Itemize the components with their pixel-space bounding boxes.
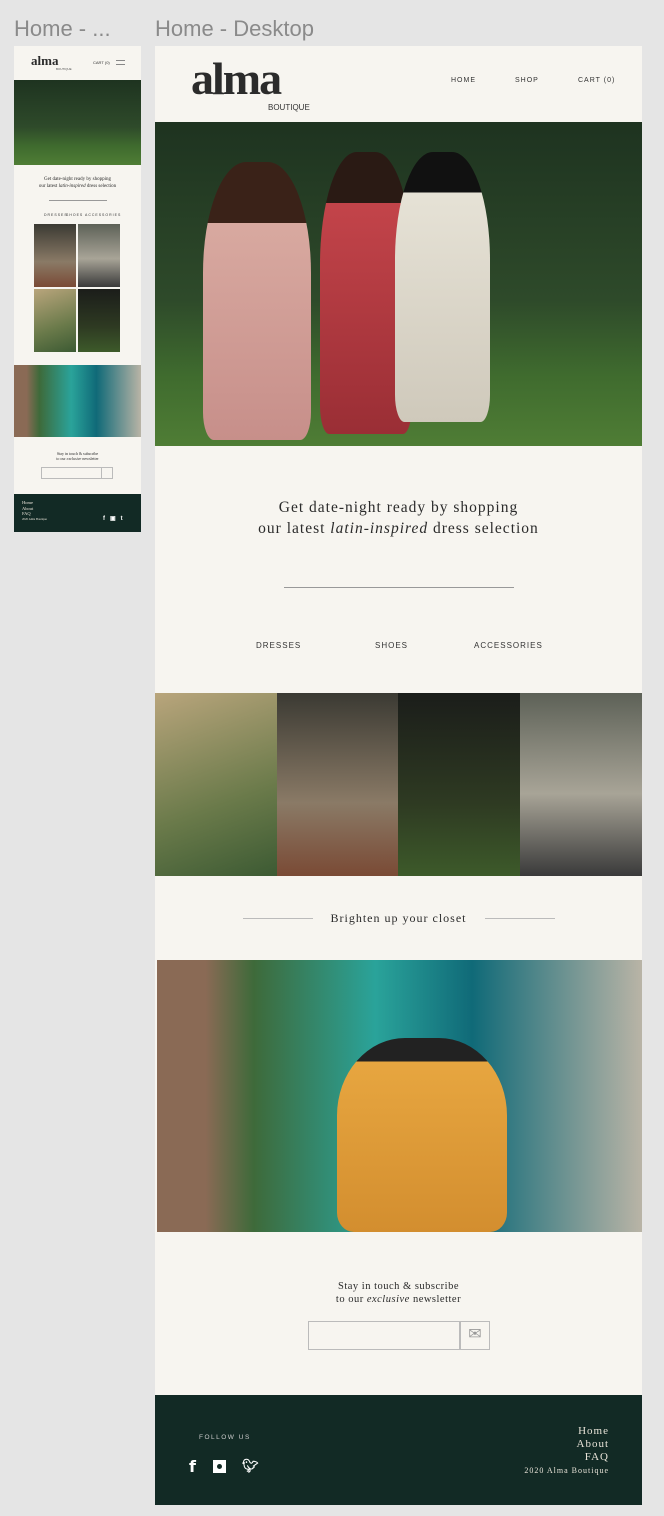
desktop-frame[interactable]: alma BOUTIQUE HOME SHOP CART (0) Get dat…: [155, 46, 642, 1505]
feature-image: [157, 960, 642, 1232]
nav-shop[interactable]: SHOP: [515, 77, 539, 84]
photo: [34, 224, 76, 287]
newsletter-email-input[interactable]: [308, 1321, 460, 1350]
facebook-icon[interactable]: f: [103, 516, 110, 522]
footer-link-home[interactable]: Home: [524, 1425, 609, 1438]
twitter-icon[interactable]: t: [121, 516, 128, 522]
footer: Home About FAQ 2020 Alma Boutique f▣t: [14, 494, 141, 532]
twitter-icon[interactable]: 🐦︎: [242, 1458, 259, 1474]
photo: [78, 224, 120, 287]
hamburger-icon[interactable]: [116, 60, 125, 65]
tagline: Get date-night ready by shopping our lat…: [14, 176, 141, 190]
envelope-icon[interactable]: ✉: [460, 1321, 490, 1350]
category-accessories[interactable]: ACCESSORIES: [474, 641, 543, 650]
copyright: 2020 Alma Boutique: [22, 516, 47, 521]
hero-image: [14, 80, 141, 165]
section-title: Brighten up your closet: [330, 911, 467, 925]
logo[interactable]: alma: [31, 53, 58, 69]
newsletter-text: Stay in touch & subscribe to our exclusi…: [56, 451, 99, 461]
photo: [78, 289, 120, 352]
photo: [34, 289, 76, 352]
tagline-line1: Get date-night ready by shopping: [278, 499, 519, 516]
category-dresses[interactable]: DRESSES: [256, 641, 301, 650]
nav-cart[interactable]: CART (0): [578, 77, 615, 84]
follow-us-label: FOLLOW US: [199, 1434, 251, 1441]
footer-links: Home About FAQ 2020 Alma Boutique: [524, 1425, 609, 1477]
category-shoes[interactable]: SHOES: [66, 213, 83, 217]
mobile-frame-label[interactable]: Home - ...: [14, 16, 111, 42]
tagline-line2: our latest latin-inspired dress selectio…: [258, 520, 539, 537]
photo-duo[interactable]: [398, 693, 520, 876]
logo[interactable]: alma: [191, 52, 282, 105]
copyright: 2020 Alma Boutique: [524, 1466, 609, 1475]
category-dresses[interactable]: DRESSES: [44, 213, 68, 217]
divider: [284, 587, 514, 588]
feature-image: [14, 365, 141, 437]
footer: FOLLOW US f 🐦︎ Home About FAQ 2020 Alma …: [155, 1395, 642, 1505]
newsletter-line1: Stay in touch & subscribe: [338, 1281, 459, 1292]
category-accessories[interactable]: ACCESSORIES: [85, 213, 121, 217]
logo-sub: BOUTIQUE: [56, 67, 72, 71]
facebook-icon[interactable]: f: [189, 1457, 196, 1476]
instagram-icon[interactable]: [213, 1460, 226, 1473]
divider-right: [485, 918, 555, 919]
social-icons[interactable]: f▣t: [103, 515, 128, 522]
footer-link-faq[interactable]: FAQ: [524, 1451, 609, 1464]
tagline-line2: our latest latin-inspired dress selectio…: [38, 184, 117, 189]
photo-walk[interactable]: [277, 693, 398, 876]
newsletter-text: Stay in touch & subscribe to our exclusi…: [155, 1280, 642, 1306]
photo-lounge[interactable]: [520, 693, 642, 876]
newsletter-line2: to our exclusive newsletter: [335, 1294, 462, 1305]
logo-sub: BOUTIQUE: [268, 103, 310, 112]
cart-link[interactable]: CART (0): [93, 60, 110, 65]
mobile-frame[interactable]: alma BOUTIQUE CART (0) Get date-night re…: [14, 46, 141, 532]
photo-dresses[interactable]: [155, 693, 277, 876]
desktop-frame-label[interactable]: Home - Desktop: [155, 16, 314, 42]
nav-home[interactable]: HOME: [451, 77, 476, 84]
tagline-line1: Get date-night ready by shopping: [44, 177, 111, 182]
tagline: Get date-night ready by shopping our lat…: [155, 497, 642, 539]
footer-link-about[interactable]: About: [524, 1438, 609, 1451]
divider: [49, 200, 107, 201]
instagram-icon[interactable]: ▣: [110, 516, 121, 522]
hero-image: [155, 122, 642, 446]
envelope-icon[interactable]: [101, 467, 113, 479]
category-shoes[interactable]: SHOES: [375, 641, 408, 650]
